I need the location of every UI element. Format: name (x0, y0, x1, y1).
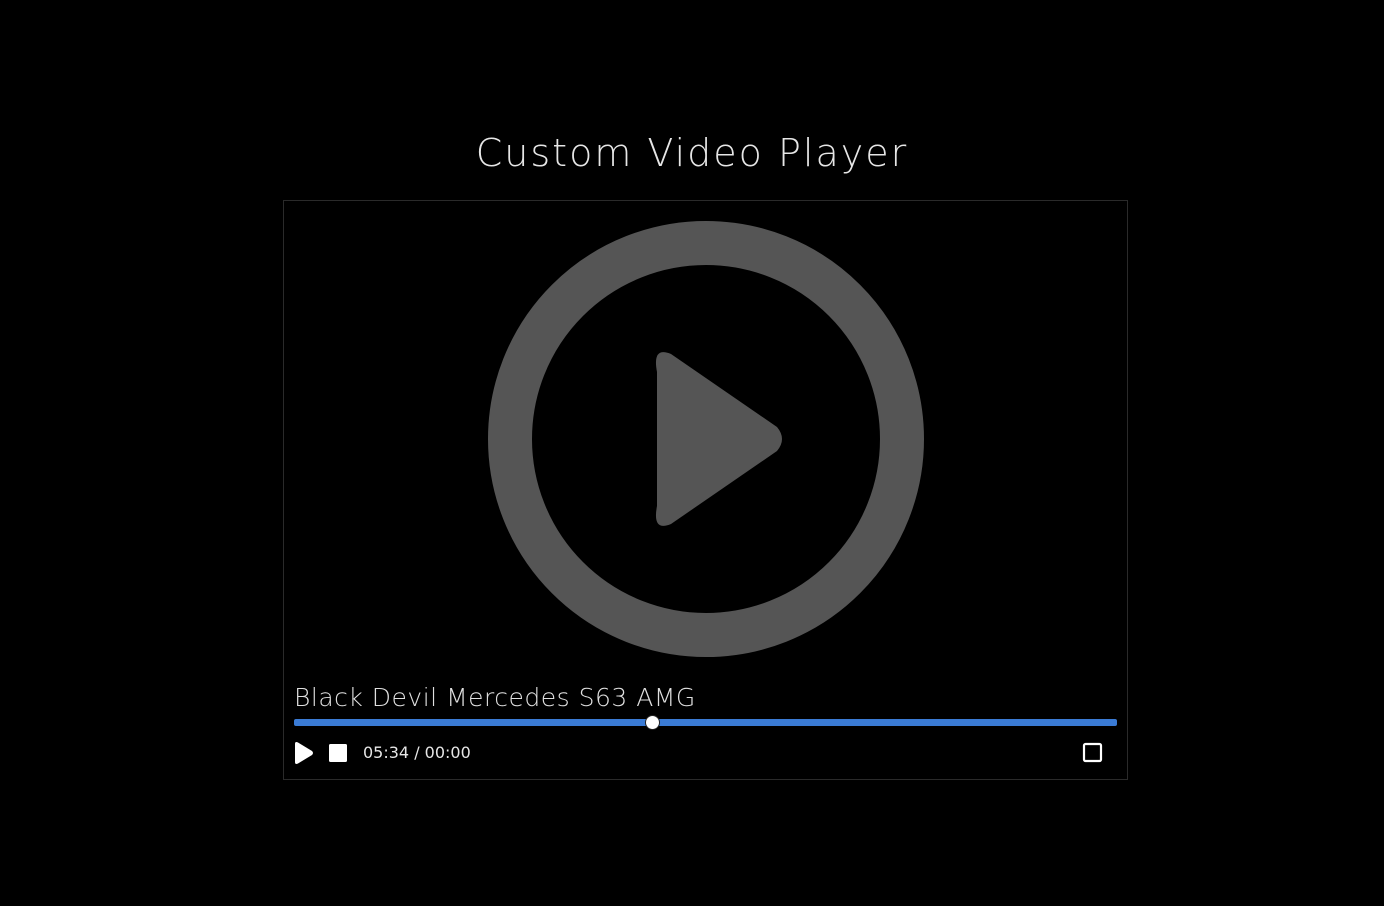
video-player[interactable]: Black Devil Mercedes S63 AMG 05:34 / 00:… (283, 200, 1128, 780)
video-title: Black Devil Mercedes S63 AMG (294, 683, 696, 712)
controls-bar: 05:34 / 00:00 (284, 737, 1127, 769)
fullscreen-button[interactable] (1082, 742, 1104, 764)
play-button[interactable] (293, 741, 315, 765)
page-title: Custom Video Player (475, 131, 909, 176)
stop-button[interactable] (328, 743, 348, 763)
progress-bar[interactable] (294, 715, 1117, 730)
time-display: 05:34 / 00:00 (363, 743, 471, 762)
stop-icon (329, 744, 347, 762)
play-icon (295, 742, 313, 764)
progress-thumb[interactable] (645, 715, 660, 730)
progress-track[interactable] (294, 719, 1117, 726)
fullscreen-icon (1082, 742, 1103, 763)
play-circle-icon[interactable] (487, 220, 925, 658)
